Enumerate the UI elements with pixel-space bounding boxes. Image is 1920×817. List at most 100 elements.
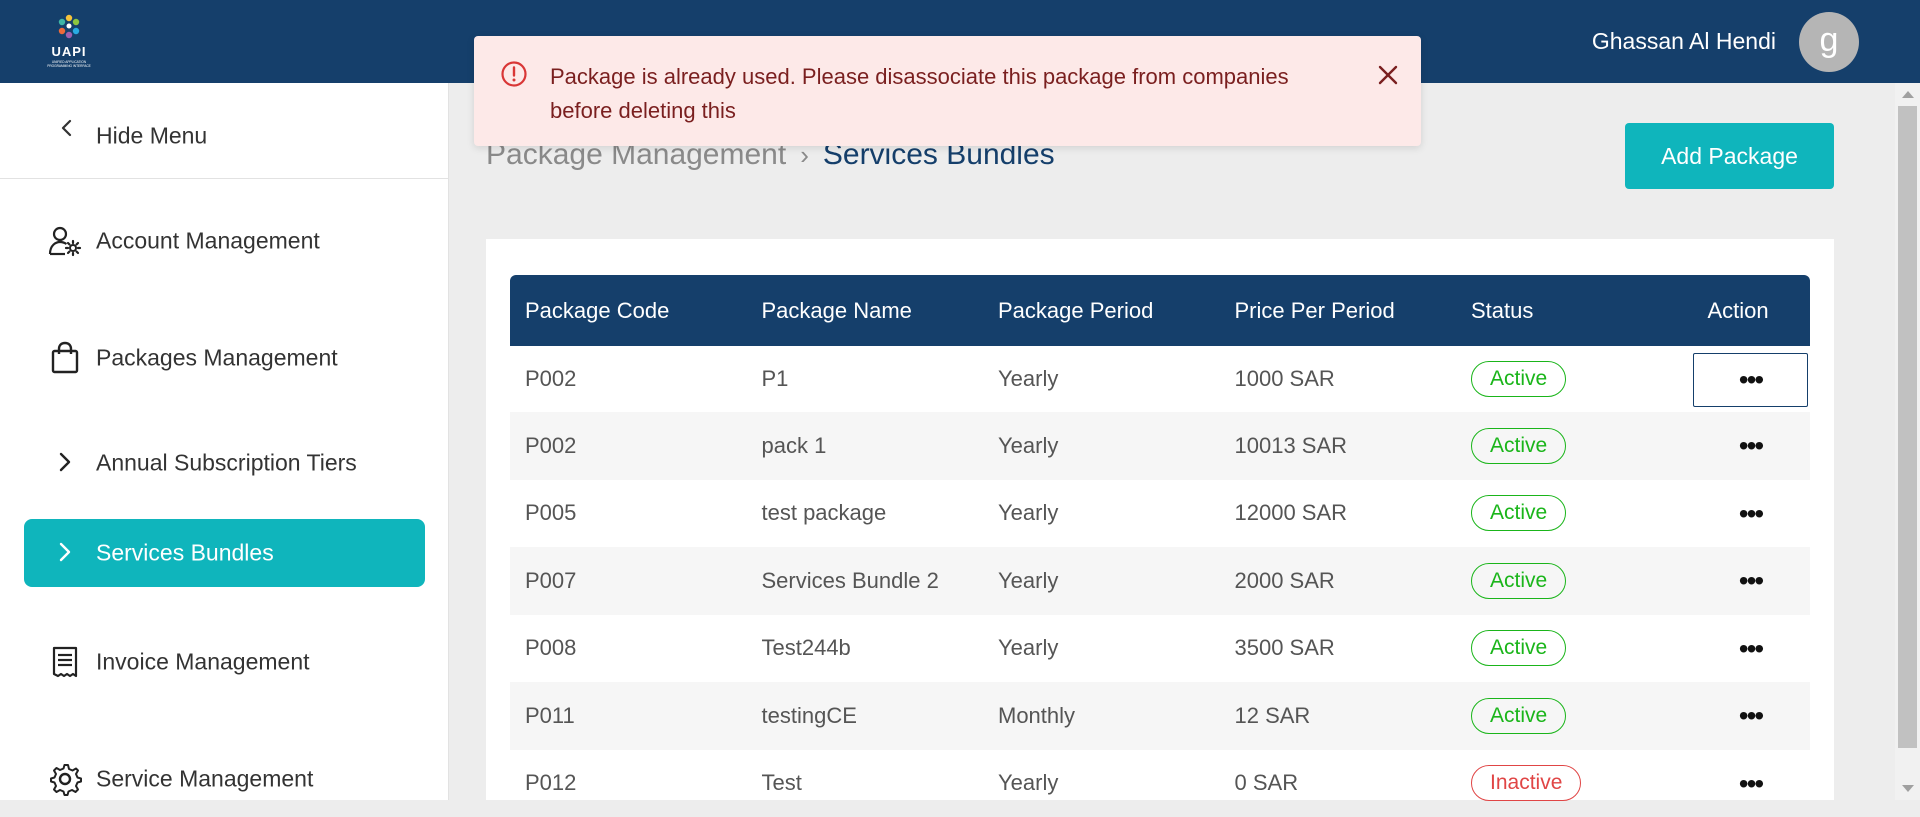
package-code-cell: P002: [510, 433, 747, 459]
more-actions-icon[interactable]: •••: [1693, 689, 1808, 743]
error-toast: Package is already used. Please disassoc…: [474, 36, 1421, 146]
status-cell: Active: [1456, 630, 1693, 666]
sidebar-item-label: Annual Subscription Tiers: [96, 450, 357, 477]
package-name-cell: Test244b: [747, 635, 984, 661]
more-actions-icon[interactable]: •••: [1693, 353, 1808, 407]
sidebar-item-services-bundles[interactable]: Services Bundles: [24, 519, 425, 587]
price-cell: 2000 SAR: [1220, 568, 1457, 594]
add-package-button[interactable]: Add Package: [1625, 123, 1834, 189]
chevron-right-icon: [48, 536, 82, 570]
package-name-cell: test package: [747, 500, 984, 526]
package-name-cell: testingCE: [747, 703, 984, 729]
status-badge: Active: [1471, 495, 1566, 531]
sidebar-item-label: Packages Management: [96, 345, 338, 372]
column-header: Status: [1456, 298, 1693, 324]
sidebar-item-label: Account Management: [96, 228, 320, 255]
table-row: P007Services Bundle 2Yearly2000 SAR Activ…: [510, 547, 1810, 615]
more-actions-icon[interactable]: •••: [1693, 622, 1808, 676]
toast-message: Package is already used. Please disassoc…: [550, 60, 1340, 128]
warning-circle-icon: [500, 60, 528, 88]
table-row: P005test packageYearly12000 SAR Active •••: [510, 480, 1810, 548]
gear-icon: [48, 762, 82, 796]
package-period-cell: Yearly: [983, 568, 1220, 594]
svg-text:UAPI: UAPI: [51, 44, 86, 59]
scroll-down-arrow-icon[interactable]: [1902, 785, 1914, 792]
package-period-cell: Monthly: [983, 703, 1220, 729]
price-cell: 12000 SAR: [1220, 500, 1457, 526]
sidebar-item-account-management[interactable]: Account Management: [24, 207, 425, 275]
chevron-left-icon: [56, 117, 78, 139]
table-row: P008Test244bYearly3500 SAR Active •••: [510, 615, 1810, 683]
avatar[interactable]: g: [1799, 12, 1859, 72]
status-cell: Active: [1456, 428, 1693, 464]
table-header: Package Code Package Name Package Period…: [510, 275, 1810, 346]
more-actions-icon[interactable]: •••: [1693, 554, 1808, 608]
package-name-cell: pack 1: [747, 433, 984, 459]
scroll-up-arrow-icon[interactable]: [1902, 91, 1914, 98]
user-gear-icon: [48, 224, 82, 258]
sidebar-item-label: Services Bundles: [96, 540, 274, 567]
table-row: P011testingCEMonthly12 SAR Active •••: [510, 682, 1810, 750]
table-row: P002pack 1Yearly10013 SAR Active •••: [510, 412, 1810, 480]
chevron-right-icon: [48, 446, 82, 480]
sidebar: Hide Menu Account Management Packages Ma…: [0, 83, 449, 800]
status-cell: Active: [1456, 361, 1693, 397]
package-period-cell: Yearly: [983, 433, 1220, 459]
status-cell: Active: [1456, 563, 1693, 599]
column-header: Price Per Period: [1220, 298, 1457, 324]
status-badge: Active: [1471, 361, 1566, 397]
price-cell: 0 SAR: [1220, 770, 1457, 796]
packages-table: Package Code Package Name Package Period…: [510, 275, 1810, 817]
hide-menu-label: Hide Menu: [96, 123, 207, 150]
price-cell: 12 SAR: [1220, 703, 1457, 729]
package-code-cell: P011: [510, 703, 747, 729]
status-cell: Active: [1456, 495, 1693, 531]
package-name-cell: Services Bundle 2: [747, 568, 984, 594]
package-name-cell: P1: [747, 366, 984, 392]
package-period-cell: Yearly: [983, 635, 1220, 661]
column-header: Package Code: [510, 298, 747, 324]
price-cell: 10013 SAR: [1220, 433, 1457, 459]
package-name-cell: Test: [747, 770, 984, 796]
svg-text:PROGRAMMING INTERFACE: PROGRAMMING INTERFACE: [47, 64, 91, 68]
status-badge: Active: [1471, 563, 1566, 599]
sidebar-item-label: Invoice Management: [96, 649, 310, 676]
user-name[interactable]: Ghassan Al Hendi: [1592, 28, 1776, 55]
status-badge: Active: [1471, 630, 1566, 666]
price-cell: 3500 SAR: [1220, 635, 1457, 661]
package-period-cell: Yearly: [983, 366, 1220, 392]
package-code-cell: P007: [510, 568, 747, 594]
sidebar-item-packages-management[interactable]: Packages Management: [24, 324, 425, 392]
more-actions-icon[interactable]: •••: [1693, 487, 1808, 541]
package-period-cell: Yearly: [983, 500, 1220, 526]
sidebar-item-annual-subscription-tiers[interactable]: Annual Subscription Tiers: [24, 429, 425, 497]
scrollbar-thumb[interactable]: [1898, 106, 1917, 748]
status-cell: Active: [1456, 698, 1693, 734]
package-code-cell: P005: [510, 500, 747, 526]
table-row: P002P1Yearly1000 SAR Active •••: [510, 346, 1810, 412]
hide-menu-button[interactable]: Hide Menu: [0, 83, 449, 179]
more-actions-icon[interactable]: •••: [1693, 757, 1808, 811]
package-code-cell: P002: [510, 366, 747, 392]
status-badge: Active: [1471, 698, 1566, 734]
receipt-icon: [48, 645, 82, 679]
column-header: Package Name: [747, 298, 984, 324]
sidebar-item-invoice-management[interactable]: Invoice Management: [24, 628, 425, 696]
status-badge: Active: [1471, 428, 1566, 464]
close-icon[interactable]: [1377, 64, 1399, 86]
sidebar-item-service-management[interactable]: Service Management: [24, 745, 425, 813]
package-code-cell: P008: [510, 635, 747, 661]
table-row: P012TestYearly0 SARInactive•••: [510, 750, 1810, 817]
status-cell: Inactive: [1456, 765, 1693, 801]
column-header: Action: [1693, 298, 1811, 324]
shopping-bag-icon: [48, 341, 82, 375]
table-body: P002P1Yearly1000 SARActive•••P002pack 1Y…: [510, 346, 1810, 817]
package-code-cell: P012: [510, 770, 747, 796]
price-cell: 1000 SAR: [1220, 366, 1457, 392]
uapi-logo[interactable]: UAPI UNIFIED APPLICATION PROGRAMMING INT…: [34, 12, 104, 72]
sidebar-item-label: Service Management: [96, 766, 313, 793]
column-header: Package Period: [983, 298, 1220, 324]
vertical-scrollbar[interactable]: [1895, 83, 1920, 800]
more-actions-icon[interactable]: •••: [1693, 419, 1808, 473]
package-period-cell: Yearly: [983, 770, 1220, 796]
